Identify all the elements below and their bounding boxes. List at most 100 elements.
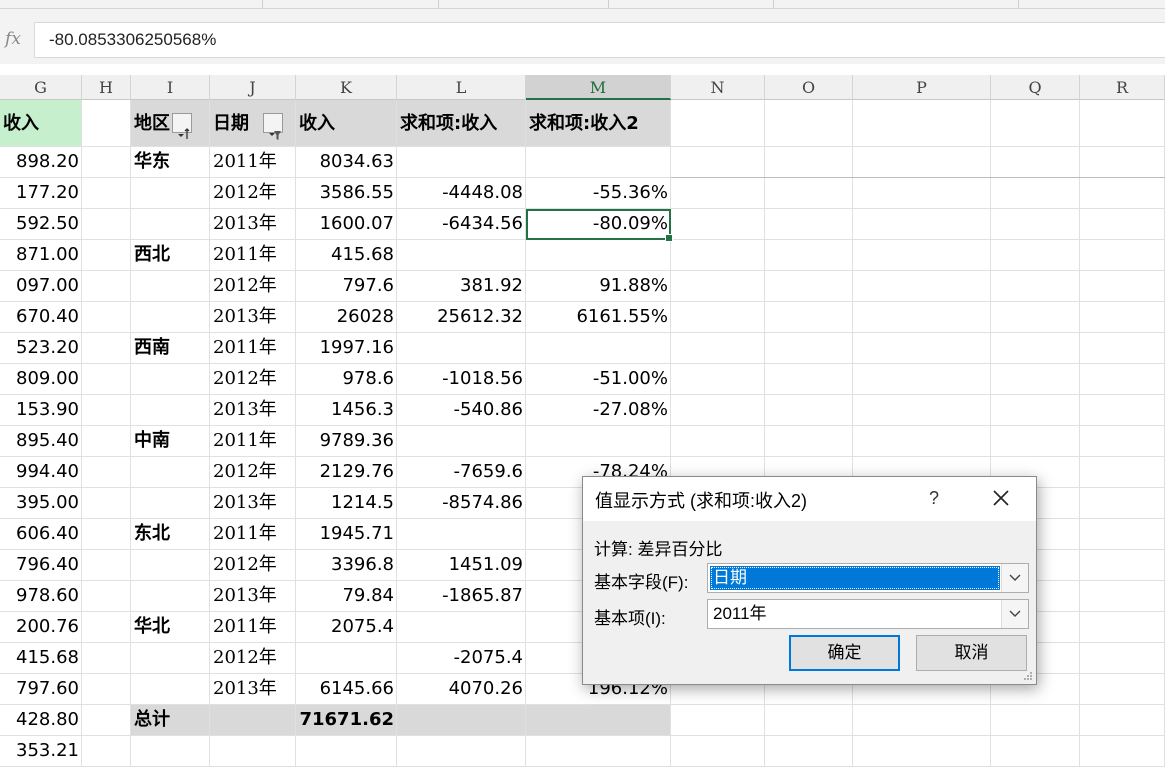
grid-cell[interactable] — [131, 457, 210, 488]
grid-cell[interactable] — [853, 705, 991, 736]
grid-cell[interactable] — [82, 147, 131, 178]
grid-cell[interactable] — [397, 736, 526, 767]
grid-cell[interactable] — [1080, 457, 1165, 488]
pivot-sum-income-value[interactable]: -2075.4 — [397, 643, 526, 674]
pivot-header-date[interactable]: 日期 — [210, 100, 296, 147]
column-g-value[interactable]: 994.40 — [0, 457, 82, 488]
pivot-income-value[interactable]: 1945.71 — [296, 519, 397, 550]
grid-cell[interactable] — [853, 271, 991, 302]
column-g-value[interactable]: 809.00 — [0, 364, 82, 395]
pivot-income-value[interactable]: 978.6 — [296, 364, 397, 395]
pivot-year-label[interactable]: 2012年 — [210, 271, 296, 302]
pivot-sum-income-value[interactable]: -1865.87 — [397, 581, 526, 612]
pivot-year-label[interactable]: 2013年 — [210, 395, 296, 426]
grid-cell[interactable] — [210, 736, 296, 767]
grid-cell[interactable] — [131, 488, 210, 519]
pivot-year-label[interactable]: 2013年 — [210, 581, 296, 612]
pivot-year-label[interactable]: 2012年 — [210, 364, 296, 395]
grid-cell[interactable] — [1080, 519, 1165, 550]
grid-cell[interactable] — [853, 395, 991, 426]
grid-cell[interactable] — [765, 302, 853, 333]
pivot-pct-value[interactable] — [526, 240, 671, 271]
formula-input[interactable]: -80.0853306250568% — [34, 22, 1165, 58]
pivot-region-label[interactable]: 中南 — [131, 426, 210, 457]
pivot-sum-income-value[interactable]: 381.92 — [397, 271, 526, 302]
column-g-value[interactable]: 978.60 — [0, 581, 82, 612]
grid-cell[interactable] — [991, 209, 1080, 240]
pivot-pct-value[interactable] — [526, 333, 671, 364]
grid-cell[interactable] — [671, 100, 765, 147]
grid-cell[interactable] — [210, 705, 296, 736]
pivot-sum-income-value[interactable]: -1018.56 — [397, 364, 526, 395]
grid-cell[interactable] — [1080, 240, 1165, 271]
grid-cell[interactable] — [1080, 333, 1165, 364]
grid-cell[interactable] — [765, 705, 853, 736]
grid-cell[interactable] — [131, 178, 210, 209]
column-g-value[interactable]: 097.00 — [0, 271, 82, 302]
column-g-value[interactable]: 395.00 — [0, 488, 82, 519]
grid-cell[interactable] — [853, 364, 991, 395]
grid-cell[interactable] — [131, 643, 210, 674]
column-header-l[interactable]: L — [397, 75, 526, 100]
grid-cell[interactable] — [765, 178, 853, 209]
column-g-value[interactable]: 523.20 — [0, 333, 82, 364]
grid-cell[interactable] — [526, 705, 671, 736]
grid-cell[interactable] — [671, 209, 765, 240]
pivot-income-value[interactable]: 1997.16 — [296, 333, 397, 364]
grid-cell[interactable] — [131, 271, 210, 302]
grid-cell[interactable] — [131, 364, 210, 395]
pivot-year-label[interactable]: 2011年 — [210, 426, 296, 457]
column-g-value[interactable]: 670.40 — [0, 302, 82, 333]
grid-cell[interactable] — [82, 100, 131, 147]
chevron-down-icon[interactable] — [1001, 564, 1028, 592]
pivot-income-value[interactable]: 2129.76 — [296, 457, 397, 488]
grid-cell[interactable] — [82, 705, 131, 736]
close-button[interactable] — [986, 485, 1016, 513]
grid-cell[interactable] — [765, 209, 853, 240]
grid-cell[interactable] — [991, 736, 1080, 767]
column-header-k[interactable]: K — [296, 75, 397, 100]
pivot-year-label[interactable]: 2012年 — [210, 550, 296, 581]
column-g-value[interactable]: 871.00 — [0, 240, 82, 271]
column-g-value[interactable]: 898.20 — [0, 147, 82, 178]
cancel-button[interactable]: 取消 — [916, 635, 1027, 671]
pivot-pct-value[interactable] — [526, 426, 671, 457]
pivot-year-label[interactable]: 2011年 — [210, 333, 296, 364]
pivot-sum-income-value[interactable]: 4070.26 — [397, 674, 526, 705]
pivot-pct-value[interactable]: 91.88% — [526, 271, 671, 302]
grid-cell[interactable] — [765, 271, 853, 302]
grid-cell[interactable] — [853, 302, 991, 333]
grid-cell[interactable] — [853, 178, 991, 209]
grid-cell[interactable] — [765, 240, 853, 271]
grid-cell[interactable] — [671, 178, 765, 209]
pivot-sum-income-value[interactable] — [397, 519, 526, 550]
grid-cell[interactable] — [671, 240, 765, 271]
pivot-region-label[interactable]: 东北 — [131, 519, 210, 550]
grid-cell[interactable] — [671, 705, 765, 736]
pivot-income-value[interactable]: 1214.5 — [296, 488, 397, 519]
grid-cell[interactable] — [1080, 209, 1165, 240]
grid-cell[interactable] — [82, 333, 131, 364]
pivot-year-label[interactable]: 2011年 — [210, 147, 296, 178]
pivot-sum-income-value[interactable] — [397, 147, 526, 178]
grid-cell[interactable] — [1080, 364, 1165, 395]
grid-cell[interactable] — [765, 147, 853, 178]
column-g-value[interactable]: 177.20 — [0, 178, 82, 209]
pivot-region-label[interactable]: 华东 — [131, 147, 210, 178]
column-header-m[interactable]: M — [526, 75, 671, 100]
grid-cell[interactable] — [1080, 178, 1165, 209]
grid-cell[interactable] — [671, 147, 765, 178]
grid-cell[interactable] — [991, 333, 1080, 364]
grid-cell[interactable] — [131, 550, 210, 581]
column-header-o[interactable]: O — [765, 75, 853, 100]
pivot-pct-value[interactable]: -27.08% — [526, 395, 671, 426]
grid-cell[interactable] — [82, 612, 131, 643]
grid-cell[interactable] — [1080, 643, 1165, 674]
grid-cell[interactable] — [991, 302, 1080, 333]
pivot-income-value[interactable]: 8034.63 — [296, 147, 397, 178]
pivot-year-label[interactable]: 2013年 — [210, 209, 296, 240]
pivot-income-value[interactable]: 3396.8 — [296, 550, 397, 581]
grid-cell[interactable] — [765, 426, 853, 457]
grid-cell[interactable] — [82, 271, 131, 302]
pivot-year-label[interactable]: 2011年 — [210, 519, 296, 550]
